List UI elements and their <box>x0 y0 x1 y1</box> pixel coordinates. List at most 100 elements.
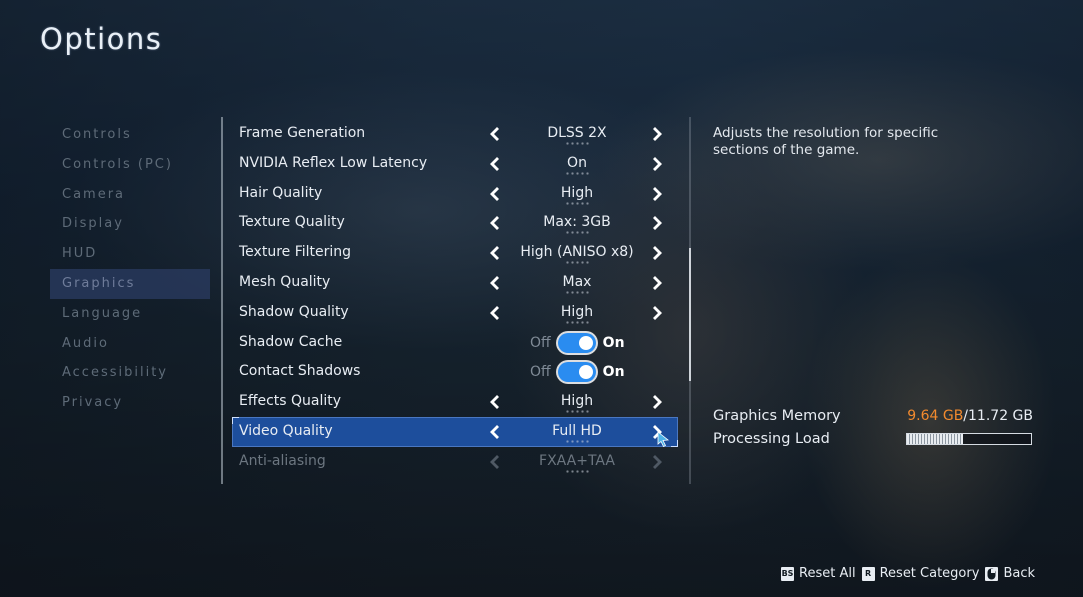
option-index-dots <box>565 290 589 294</box>
option-index-dots <box>565 469 589 473</box>
setting-row-effects-quality[interactable]: Effects Quality High <box>232 387 678 417</box>
graphics-memory-label: Graphics Memory <box>713 408 841 424</box>
graphics-memory-total: 11.72 GB <box>968 408 1033 424</box>
setting-value: High <box>560 184 594 201</box>
setting-row-frame-generation[interactable]: Frame Generation DLSS 2X <box>232 119 678 149</box>
setting-label: NVIDIA Reflex Low Latency <box>239 154 428 171</box>
toggle-off-label: Off <box>530 364 551 381</box>
setting-label: Hair Quality <box>239 184 323 201</box>
footer-action-label: Back <box>1003 566 1035 581</box>
chevron-right-icon[interactable] <box>650 243 666 263</box>
setting-label: Shadow Quality <box>239 303 349 320</box>
processing-load-fill <box>907 434 963 444</box>
category-graphics[interactable]: Graphics <box>50 268 210 299</box>
graphics-memory-value: 9.64 GB/11.72 GB <box>907 408 1033 424</box>
chevron-right-icon[interactable] <box>650 184 666 204</box>
option-index-dots <box>565 171 589 175</box>
category-privacy[interactable]: Privacy <box>50 388 210 418</box>
toggle-switch[interactable]: Off On <box>530 361 625 383</box>
toggle-off-label: Off <box>530 334 551 351</box>
toggle-knob <box>578 335 593 350</box>
option-index-dots <box>565 201 589 205</box>
mouse-right-button-icon <box>985 566 999 581</box>
setting-row-texture-quality[interactable]: Texture Quality Max: 3GB <box>232 208 678 238</box>
category-audio[interactable]: Audio <box>50 329 210 359</box>
chevron-right-icon[interactable] <box>650 482 666 484</box>
chevron-right-icon[interactable] <box>650 303 666 323</box>
option-index-dots <box>565 261 589 265</box>
graphics-memory-used: 9.64 GB <box>907 408 964 424</box>
setting-value: On <box>567 154 587 171</box>
r-key-icon: R <box>861 566 875 581</box>
toggle-on-label: On <box>602 334 625 351</box>
setting-label: Contact Shadows <box>239 363 361 380</box>
reset-all-button[interactable]: BS Reset All <box>781 566 856 581</box>
backspace-key-icon: BS <box>781 566 795 581</box>
setting-value: High <box>560 393 594 410</box>
back-button[interactable]: Back <box>985 566 1035 581</box>
setting-label: Anti-aliasing <box>239 452 326 469</box>
setting-value: DLSS 2X <box>547 125 607 141</box>
setting-row-shadow-cache[interactable]: Shadow Cache Off On <box>232 328 678 358</box>
setting-label: Texture Filtering <box>239 244 352 261</box>
option-index-dots <box>565 439 589 443</box>
option-index-dots <box>565 231 589 235</box>
category-camera[interactable]: Camera <box>50 180 210 210</box>
setting-label: Ambient Occlusion <box>239 483 370 484</box>
reset-category-button[interactable]: R Reset Category <box>861 566 980 581</box>
footer-action-label: Reset All <box>799 566 856 581</box>
setting-row-ambient-occlusion[interactable]: Ambient Occlusion SSAO <box>232 477 678 484</box>
setting-label: Video Quality <box>239 422 333 439</box>
setting-row-hair-quality[interactable]: Hair Quality High <box>232 179 678 209</box>
setting-label: Texture Quality <box>239 214 345 231</box>
setting-label: Effects Quality <box>239 393 342 410</box>
category-language[interactable]: Language <box>50 299 210 329</box>
footer-action-label: Reset Category <box>879 566 980 581</box>
setting-label: Mesh Quality <box>239 273 331 290</box>
setting-value: SSAO <box>497 483 657 484</box>
setting-description: Adjusts the resolution for specific sect… <box>713 125 939 158</box>
category-divider <box>221 117 223 484</box>
setting-value: Full HD <box>552 422 602 439</box>
toggle-switch[interactable]: Off On <box>530 332 625 354</box>
setting-row-mesh-quality[interactable]: Mesh Quality Max <box>232 268 678 298</box>
toggle-knob <box>578 365 593 380</box>
setting-label: Shadow Cache <box>239 333 343 350</box>
category-menu: Controls Controls (PC) Camera Display HUD Gra… <box>50 120 210 418</box>
category-controls[interactable]: Controls <box>50 120 210 150</box>
option-index-dots <box>565 142 589 145</box>
processing-load-bar <box>906 433 1032 445</box>
footer-actions: BS Reset All R Reset Category Back <box>775 566 1035 581</box>
setting-value: FXAA+TAA <box>539 452 615 469</box>
chevron-right-icon[interactable] <box>650 154 666 174</box>
setting-row-shadow-quality[interactable]: Shadow Quality High <box>232 298 678 328</box>
option-index-dots <box>565 410 589 414</box>
category-accessibility[interactable]: Accessibility <box>50 358 210 388</box>
page-title: Options <box>40 22 163 56</box>
setting-row-texture-filtering[interactable]: Texture Filtering High (ANISO x8) <box>232 238 678 268</box>
chevron-right-icon[interactable] <box>650 392 666 412</box>
category-hud[interactable]: HUD <box>50 239 210 269</box>
setting-row-anti-aliasing[interactable]: Anti-aliasing FXAA+TAA <box>232 447 678 477</box>
category-controls-pc[interactable]: Controls (PC) <box>50 150 210 180</box>
chevron-right-icon[interactable] <box>650 452 666 472</box>
settings-scrollbar[interactable] <box>689 248 691 381</box>
setting-value: Max <box>562 273 592 290</box>
toggle-track[interactable] <box>557 362 596 383</box>
chevron-right-icon[interactable] <box>650 213 666 233</box>
category-display[interactable]: Display <box>50 209 210 239</box>
chevron-right-icon[interactable] <box>650 273 666 293</box>
setting-row-video-quality[interactable]: Video Quality Full HD <box>232 416 678 447</box>
setting-value: Max: 3GB <box>543 214 611 231</box>
setting-value: High <box>560 303 594 320</box>
setting-row-nvidia-reflex-low-latency[interactable]: NVIDIA Reflex Low Latency On <box>232 149 678 179</box>
option-index-dots <box>565 320 589 324</box>
pointer-cursor-icon <box>657 431 670 447</box>
setting-row-contact-shadows[interactable]: Contact Shadows Off On <box>232 357 678 387</box>
setting-value: High (ANISO x8) <box>520 244 634 261</box>
processing-load-label: Processing Load <box>713 431 830 447</box>
toggle-track[interactable] <box>557 332 596 353</box>
chevron-right-icon[interactable] <box>650 124 666 144</box>
settings-list: Frame Generation DLSS 2X NVIDIA Reflex Low… <box>232 119 678 484</box>
setting-label: Frame Generation <box>239 125 366 141</box>
